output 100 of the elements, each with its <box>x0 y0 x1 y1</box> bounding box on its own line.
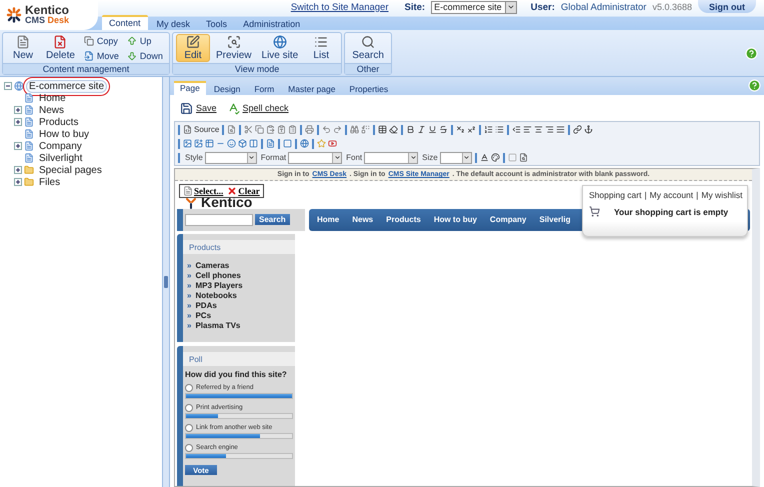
tree-item[interactable]: Products <box>36 116 82 128</box>
align-left-icon[interactable] <box>523 125 532 134</box>
radio-button[interactable] <box>185 424 193 432</box>
video-icon[interactable] <box>328 139 337 148</box>
columns-icon[interactable] <box>249 139 258 148</box>
product-link[interactable]: MP3 Players <box>195 280 243 290</box>
copy-icon[interactable] <box>255 125 264 134</box>
underline-icon[interactable] <box>428 125 438 134</box>
expand-icon[interactable] <box>14 178 22 186</box>
undo-icon[interactable] <box>322 125 332 134</box>
strikethrough-icon[interactable] <box>439 125 448 134</box>
product-link[interactable]: PCs <box>195 310 212 320</box>
toolbar-button[interactable]: Move <box>80 50 122 62</box>
toolbar-button[interactable]: Live site <box>258 34 302 62</box>
expand-icon[interactable] <box>14 142 22 150</box>
search-field[interactable] <box>185 214 253 226</box>
search-button[interactable]: Search <box>255 214 290 226</box>
product-link[interactable]: Plasma TVs <box>195 320 240 330</box>
preview-icon[interactable] <box>518 153 528 162</box>
select-all-icon[interactable] <box>378 125 388 134</box>
toolbar-button[interactable]: Edit <box>176 34 210 62</box>
align-right-icon[interactable] <box>545 125 554 134</box>
source-button[interactable]: Source <box>183 125 220 134</box>
site-select[interactable]: E-commerce site <box>431 0 517 14</box>
main-tab[interactable]: Content <box>102 15 148 30</box>
product-link[interactable]: PDAs <box>195 300 217 310</box>
eraser-icon[interactable] <box>389 125 398 134</box>
box-icon[interactable] <box>238 139 247 148</box>
cart-link[interactable]: My wishlist <box>701 190 742 200</box>
cart-link[interactable]: My account <box>650 190 694 200</box>
tree-item[interactable]: Files <box>36 176 64 188</box>
cart-link[interactable]: Shopping cart <box>589 190 642 200</box>
tree-item[interactable]: How to buy <box>36 128 92 140</box>
radio-button[interactable] <box>185 404 193 412</box>
subscript-icon[interactable] <box>456 125 466 134</box>
paste-icon[interactable] <box>266 125 276 134</box>
cut-icon[interactable] <box>244 125 254 134</box>
text-color-icon[interactable] <box>480 153 489 162</box>
format-select[interactable] <box>364 152 418 164</box>
select-link[interactable]: Select... <box>183 186 224 196</box>
justify-icon[interactable] <box>556 125 566 134</box>
tree-item[interactable]: Company <box>36 140 85 152</box>
smiley-icon[interactable] <box>227 139 236 148</box>
bullet-list-icon[interactable] <box>495 125 504 134</box>
toolbar-button[interactable]: Copy <box>80 34 122 46</box>
tree-item[interactable]: Silverlight <box>36 152 86 164</box>
find-icon[interactable] <box>350 125 360 134</box>
globe-icon[interactable] <box>300 139 309 148</box>
editor-tab[interactable]: Properties <box>343 83 394 95</box>
nav-link[interactable]: Home <box>317 215 340 224</box>
clear-link[interactable]: Clear <box>227 186 260 196</box>
toolbar-button[interactable]: New <box>6 34 40 62</box>
editor-tab[interactable]: Page <box>174 81 206 95</box>
format-select[interactable] <box>440 152 472 164</box>
toolbar-button[interactable]: Preview <box>212 34 256 62</box>
main-tab[interactable]: My desk <box>150 17 198 30</box>
radio-button[interactable] <box>185 384 193 392</box>
numbered-list-icon[interactable] <box>484 125 494 134</box>
toolbar-button[interactable]: Delete <box>42 34 79 62</box>
nav-link[interactable]: News <box>352 215 374 224</box>
anchor-icon[interactable] <box>584 125 594 134</box>
add-image-icon[interactable] <box>194 139 203 148</box>
paste-text-icon[interactable] <box>277 125 286 134</box>
bold-icon[interactable] <box>406 125 416 134</box>
toolbar-button[interactable]: List <box>304 34 338 62</box>
toolbar-button[interactable]: Search <box>348 34 388 62</box>
link-icon[interactable] <box>573 125 582 134</box>
replace-icon[interactable] <box>361 125 370 134</box>
sign-out-button[interactable]: Sign out <box>698 0 756 13</box>
expand-icon[interactable] <box>14 106 22 114</box>
nav-link[interactable]: Company <box>490 215 526 224</box>
redo-icon[interactable] <box>333 125 342 134</box>
background-color-icon[interactable] <box>490 153 500 162</box>
format-select[interactable] <box>204 152 257 164</box>
editor-tab[interactable]: Design <box>208 83 246 95</box>
print-icon[interactable] <box>305 125 314 134</box>
nav-link[interactable]: Silverlig <box>539 215 570 224</box>
frame-icon[interactable] <box>283 139 292 148</box>
spell-check-link[interactable]: Spell check <box>226 102 289 114</box>
italic-icon[interactable] <box>417 125 426 134</box>
toolbar-button[interactable]: Down <box>124 50 166 62</box>
save-link[interactable]: Save <box>180 102 217 114</box>
align-center-icon[interactable] <box>534 125 544 134</box>
expand-icon[interactable] <box>14 118 22 126</box>
editor-tab[interactable]: Master page <box>282 83 342 95</box>
tree-item[interactable]: News <box>36 104 68 116</box>
main-tab[interactable]: Administration <box>236 17 308 30</box>
outdent-icon[interactable] <box>512 125 522 134</box>
tree-item[interactable]: Special pages <box>36 164 105 176</box>
help-icon[interactable] <box>748 79 761 92</box>
collapse-icon[interactable] <box>4 82 12 90</box>
table-icon[interactable] <box>205 139 214 148</box>
help-icon[interactable] <box>745 47 758 60</box>
main-tab[interactable]: Tools <box>199 17 234 30</box>
format-select[interactable] <box>288 152 342 164</box>
document-icon[interactable] <box>266 139 275 148</box>
product-link[interactable]: Cameras <box>195 260 230 270</box>
nav-link[interactable]: How to buy <box>434 215 477 224</box>
product-link[interactable]: Cell phones <box>195 270 241 280</box>
editor-tab[interactable]: Form <box>248 83 280 95</box>
